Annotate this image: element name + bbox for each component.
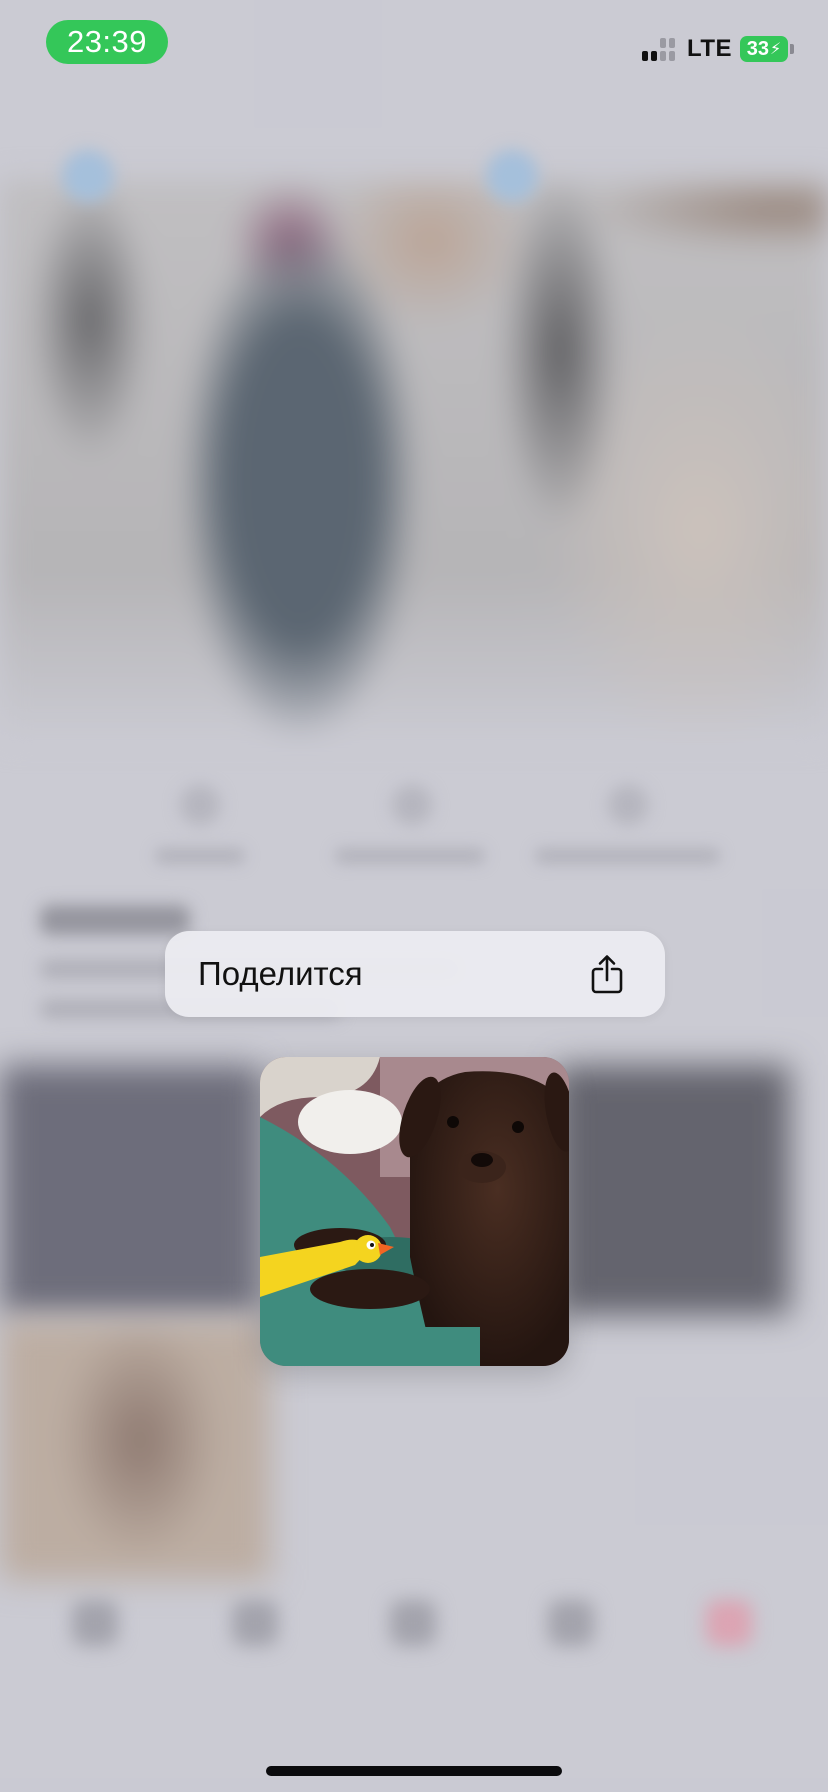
network-type: LTE — [686, 35, 732, 62]
blurred-background — [0, 0, 828, 1792]
share-icon — [587, 952, 627, 996]
battery-tip — [790, 44, 794, 54]
battery-level: 33 — [746, 37, 769, 60]
charging-bolt-icon: ⚡ — [770, 41, 782, 58]
home-indicator[interactable] — [266, 1766, 562, 1776]
cellular-signal-icon — [641, 37, 675, 61]
share-menu-label: Поделится — [198, 955, 363, 992]
status-indicators: LTE 33 ⚡ — [641, 32, 794, 66]
share-menu-item[interactable]: Поделится — [165, 931, 665, 1017]
status-time: 23:39 — [46, 20, 168, 64]
dim-overlay[interactable] — [0, 0, 828, 1792]
puppy-photo-preview[interactable] — [260, 1057, 569, 1366]
battery-icon: 33 ⚡ — [740, 36, 788, 62]
